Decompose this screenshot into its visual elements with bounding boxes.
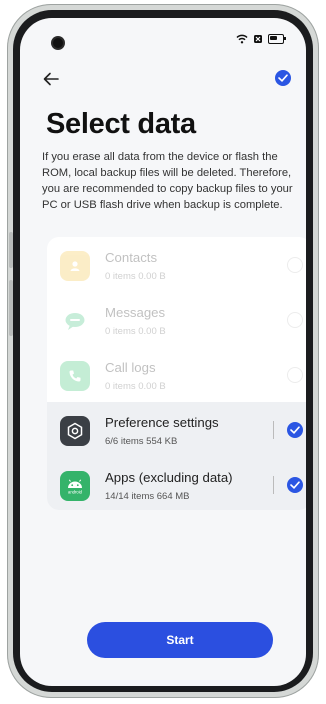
battery-icon	[268, 34, 286, 44]
item-meta: 0 items 0.00 B	[105, 271, 166, 282]
no-sim-icon	[254, 35, 262, 43]
checkmark-icon	[290, 426, 300, 434]
settings-gear-icon	[60, 416, 90, 446]
front-camera	[53, 38, 63, 48]
list-item-messages: Messages 0 items 0.00 B	[47, 292, 306, 347]
item-name: Messages	[105, 305, 166, 320]
list-item-apps[interactable]: android Apps (excluding data) 14/14 item…	[47, 457, 306, 510]
checkmark-icon	[278, 74, 288, 82]
item-checkbox[interactable]	[287, 422, 303, 438]
back-arrow-icon[interactable]	[43, 70, 59, 91]
list-item-contacts: Contacts 0 items 0.00 B	[47, 237, 306, 292]
contacts-icon	[60, 251, 90, 281]
item-meta: 0 items 0.00 B	[105, 381, 166, 392]
item-name: Apps (excluding data)	[105, 470, 233, 485]
android-badge-text: android	[68, 490, 83, 495]
checkmark-icon	[290, 481, 300, 489]
item-checkbox	[287, 312, 303, 328]
phone-frame: Select data If you erase all data from t…	[7, 4, 319, 698]
screen: Select data If you erase all data from t…	[20, 18, 306, 686]
list-item-call-logs: Call logs 0 items 0.00 B	[47, 347, 306, 402]
item-name: Call logs	[105, 360, 156, 375]
select-all-checkbox[interactable]	[275, 70, 291, 86]
page-description: If you erase all data from the device or…	[42, 151, 293, 211]
item-name: Preference settings	[105, 415, 219, 430]
call-logs-icon	[60, 361, 90, 391]
item-name: Contacts	[105, 250, 158, 265]
list-item-preference-settings[interactable]: Preference settings 6/6 items 554 KB	[47, 402, 306, 457]
item-checkbox[interactable]	[287, 477, 303, 493]
divider	[273, 476, 274, 494]
item-meta: 14/14 items 664 MB	[105, 491, 190, 502]
item-meta: 0 items 0.00 B	[105, 326, 166, 337]
divider	[273, 421, 274, 439]
page-title: Select data	[46, 108, 196, 140]
item-meta: 6/6 items 554 KB	[105, 436, 178, 447]
messages-icon	[60, 306, 90, 336]
start-button[interactable]: Start	[87, 622, 273, 658]
data-list: Contacts 0 items 0.00 B Messages 0 items…	[47, 237, 306, 510]
item-checkbox	[287, 257, 303, 273]
item-checkbox	[287, 367, 303, 383]
wifi-icon	[236, 34, 248, 44]
status-bar	[236, 34, 286, 44]
android-apps-icon: android	[60, 471, 90, 501]
